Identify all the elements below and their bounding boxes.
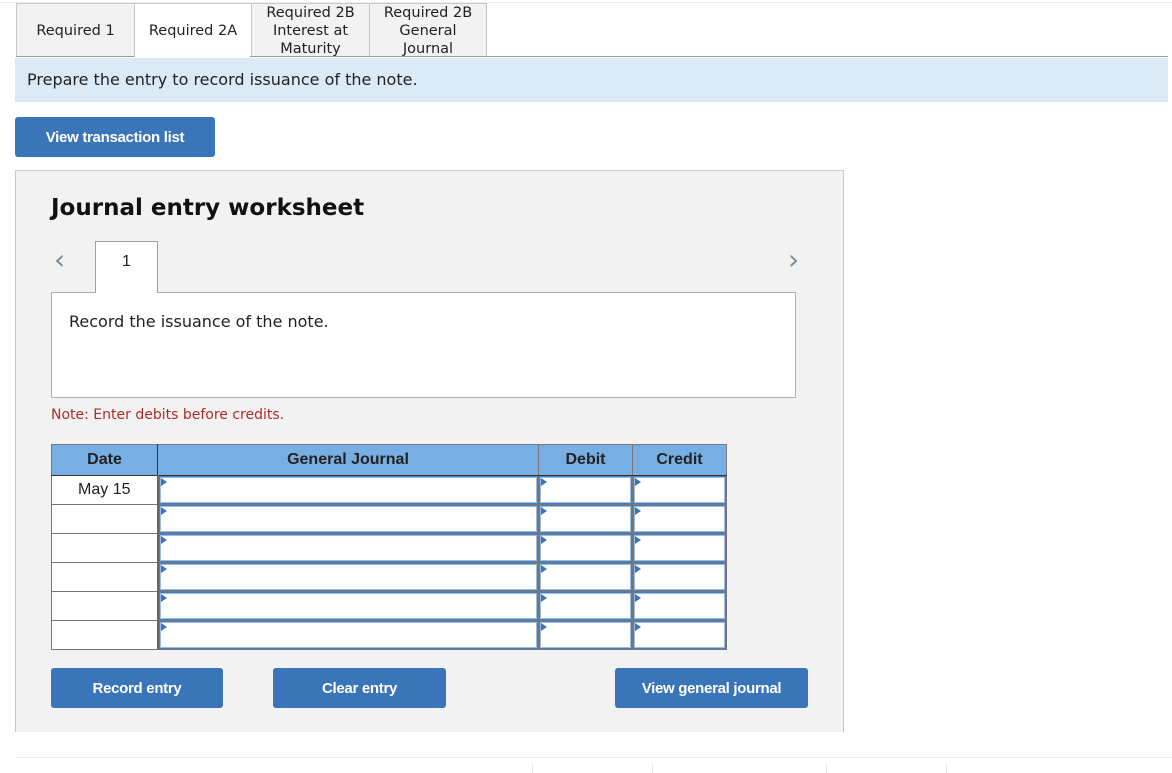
date-cell <box>51 591 159 621</box>
tab-required-2b-journal[interactable]: Required 2B General Journal <box>369 3 487 57</box>
debit-input[interactable] <box>540 622 631 648</box>
footer-divider <box>826 764 827 773</box>
tab-required-2b-interest[interactable]: Required 2B Interest at Maturity <box>251 3 370 57</box>
journal-entry-worksheet: Journal entry worksheet ‹ 1 › Record the… <box>15 170 844 732</box>
account-input[interactable] <box>159 564 537 590</box>
debit-input[interactable] <box>540 477 631 503</box>
clear-entry-button[interactable]: Clear entry <box>273 668 446 708</box>
dropdown-marker-icon <box>160 623 167 631</box>
dropdown-marker-icon <box>541 623 547 631</box>
dropdown-marker-icon <box>160 536 167 544</box>
dropdown-marker-icon <box>635 507 641 515</box>
entry-description: Record the issuance of the note. <box>69 312 329 331</box>
table-row <box>51 533 727 563</box>
dropdown-marker-icon <box>541 565 547 573</box>
tabs-divider <box>250 56 1168 57</box>
dropdown-marker-icon <box>160 507 167 515</box>
account-input[interactable] <box>159 593 537 619</box>
dropdown-marker-icon <box>160 594 167 602</box>
table-row <box>51 591 727 621</box>
record-entry-button[interactable]: Record entry <box>51 668 223 708</box>
dropdown-marker-icon <box>635 536 641 544</box>
date-cell <box>51 620 159 650</box>
dropdown-marker-icon <box>635 565 641 573</box>
chevron-right-icon[interactable]: › <box>788 246 808 276</box>
dropdown-marker-icon <box>160 478 167 486</box>
tab-required-2a[interactable]: Required 2A <box>134 3 252 57</box>
dropdown-marker-icon <box>541 507 547 515</box>
header-date: Date <box>51 444 158 476</box>
account-input[interactable] <box>159 622 537 648</box>
requirement-tabs: Required 1 Required 2A Required 2B Inter… <box>16 3 487 58</box>
dropdown-marker-icon <box>635 623 641 631</box>
entry-tab-1[interactable]: 1 <box>95 241 158 293</box>
table-header-row: Date General Journal Debit Credit <box>51 444 727 476</box>
view-general-journal-button[interactable]: View general journal <box>615 668 808 708</box>
debit-input[interactable] <box>540 593 631 619</box>
header-debit: Debit <box>538 444 633 476</box>
dropdown-marker-icon <box>541 594 547 602</box>
worksheet-title: Journal entry worksheet <box>51 195 365 221</box>
debit-input[interactable] <box>540 535 631 561</box>
footer-divider <box>532 764 533 773</box>
journal-table: Date General Journal Debit Credit May 15 <box>51 444 727 650</box>
date-cell <box>51 504 159 534</box>
footer-divider <box>652 764 653 773</box>
table-row <box>51 504 727 534</box>
chevron-left-icon[interactable]: ‹ <box>54 246 74 276</box>
debit-input[interactable] <box>540 564 631 590</box>
debit-credit-note: Note: Enter debits before credits. <box>51 407 285 423</box>
account-input[interactable] <box>159 506 537 532</box>
bottom-divider <box>15 757 1172 758</box>
tabs-divider <box>16 56 134 57</box>
dropdown-marker-icon <box>635 478 641 486</box>
header-general-journal: General Journal <box>157 444 539 476</box>
entry-description-box: Record the issuance of the note. <box>51 292 796 398</box>
dropdown-marker-icon <box>635 594 641 602</box>
credit-input[interactable] <box>634 535 725 561</box>
dropdown-marker-icon <box>541 478 547 486</box>
dropdown-marker-icon <box>160 565 167 573</box>
dropdown-marker-icon <box>541 536 547 544</box>
instruction-banner: Prepare the entry to record issuance of … <box>15 58 1168 102</box>
view-transaction-list-button[interactable]: View transaction list <box>15 117 215 157</box>
credit-input[interactable] <box>634 564 725 590</box>
credit-input[interactable] <box>634 506 725 532</box>
debit-input[interactable] <box>540 506 631 532</box>
credit-input[interactable] <box>634 477 725 503</box>
credit-input[interactable] <box>634 622 725 648</box>
date-cell <box>51 533 159 563</box>
table-row: May 15 <box>51 475 727 505</box>
account-input[interactable] <box>159 477 537 503</box>
table-row <box>51 562 727 592</box>
date-cell <box>51 562 159 592</box>
footer-divider <box>946 764 947 773</box>
date-cell: May 15 <box>51 475 159 505</box>
header-credit: Credit <box>632 444 727 476</box>
credit-input[interactable] <box>634 593 725 619</box>
table-row <box>51 620 727 650</box>
tab-required-1[interactable]: Required 1 <box>16 3 135 57</box>
account-input[interactable] <box>159 535 537 561</box>
